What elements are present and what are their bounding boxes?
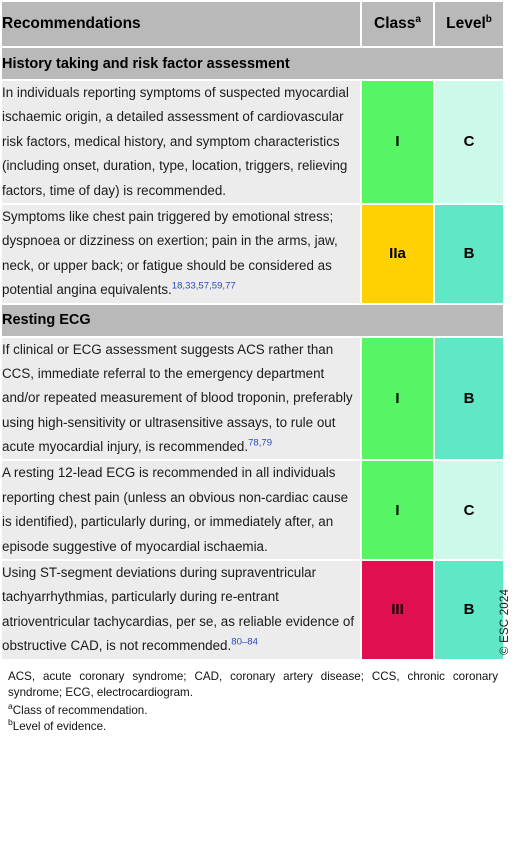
footnote-a: aClass of recommendation. bbox=[8, 701, 498, 719]
class-badge: I bbox=[362, 337, 433, 460]
footnotes: ACS, acute coronary syndrome; CAD, coron… bbox=[0, 661, 506, 736]
table-body: History taking and risk factor assessmen… bbox=[2, 48, 503, 659]
footnote-a-text: Class of recommendation. bbox=[12, 703, 148, 717]
column-header-class-label: Class bbox=[374, 15, 416, 32]
table-row: Using ST-segment deviations during supra… bbox=[2, 561, 503, 659]
recommendation-text-body: If clinical or ECG assessment suggests A… bbox=[2, 341, 353, 455]
recommendation-text: Using ST-segment deviations during supra… bbox=[2, 561, 360, 659]
recommendation-text-body: Symptoms like chest pain triggered by em… bbox=[2, 208, 338, 298]
footnote-b-text: Level of evidence. bbox=[12, 719, 107, 733]
level-badge: C bbox=[435, 461, 503, 560]
copyright-notice: © ESC 2024 bbox=[499, 588, 511, 655]
recommendation-text: If clinical or ECG assessment suggests A… bbox=[2, 337, 360, 460]
table-row: If clinical or ECG assessment suggests A… bbox=[2, 337, 503, 460]
recommendation-text-body: Using ST-segment deviations during supra… bbox=[2, 565, 355, 654]
level-badge: B bbox=[435, 204, 503, 303]
column-header-recommendations: Recommendations bbox=[2, 2, 360, 46]
section-title-resting-ecg: Resting ECG bbox=[2, 304, 503, 336]
table-row: In individuals reporting symptoms of sus… bbox=[2, 81, 503, 203]
recommendation-text-body: In individuals reporting symptoms of sus… bbox=[2, 85, 349, 198]
column-header-level: Levelb bbox=[435, 2, 503, 46]
class-badge: IIa bbox=[362, 204, 433, 303]
recommendation-citations: 78,79 bbox=[248, 437, 273, 449]
class-badge: I bbox=[362, 461, 433, 560]
recommendation-citations: 80–84 bbox=[231, 636, 258, 648]
column-header-level-label: Level bbox=[446, 15, 486, 32]
section-header-row: History taking and risk factor assessmen… bbox=[2, 48, 503, 79]
table-row: A resting 12-lead ECG is recommended in … bbox=[2, 461, 503, 560]
footnote-b: bLevel of evidence. bbox=[8, 718, 498, 735]
column-header-class-footnote-marker: a bbox=[415, 13, 421, 25]
table-header-row: Recommendations Classa Levelb bbox=[2, 2, 503, 46]
recommendations-table: Recommendations Classa Levelb History ta… bbox=[0, 0, 505, 661]
level-badge: C bbox=[435, 81, 503, 203]
level-badge: B bbox=[435, 561, 503, 659]
recommendation-text: Symptoms like chest pain triggered by em… bbox=[2, 204, 360, 303]
class-badge: III bbox=[362, 561, 433, 659]
recommendation-citations: 18,33,57,59,77 bbox=[171, 280, 236, 292]
recommendation-text-body: A resting 12-lead ECG is recommended in … bbox=[2, 465, 349, 554]
recommendation-text: A resting 12-lead ECG is recommended in … bbox=[2, 461, 360, 560]
abbreviations-list: ACS, acute coronary syndrome; CAD, coron… bbox=[8, 669, 498, 700]
column-header-class: Classa bbox=[362, 2, 433, 46]
column-header-level-footnote-marker: b bbox=[485, 13, 492, 25]
table-header: Recommendations Classa Levelb bbox=[2, 2, 503, 46]
column-header-recommendations-label: Recommendations bbox=[2, 15, 141, 32]
class-badge: I bbox=[362, 81, 433, 203]
recommendation-table-figure: Recommendations Classa Levelb History ta… bbox=[0, 0, 520, 860]
table-row: Symptoms like chest pain triggered by em… bbox=[2, 204, 503, 303]
section-title-history-taking: History taking and risk factor assessmen… bbox=[2, 48, 503, 79]
level-badge: B bbox=[435, 337, 503, 460]
section-header-row: Resting ECG bbox=[2, 304, 503, 336]
recommendation-text: In individuals reporting symptoms of sus… bbox=[2, 81, 360, 203]
